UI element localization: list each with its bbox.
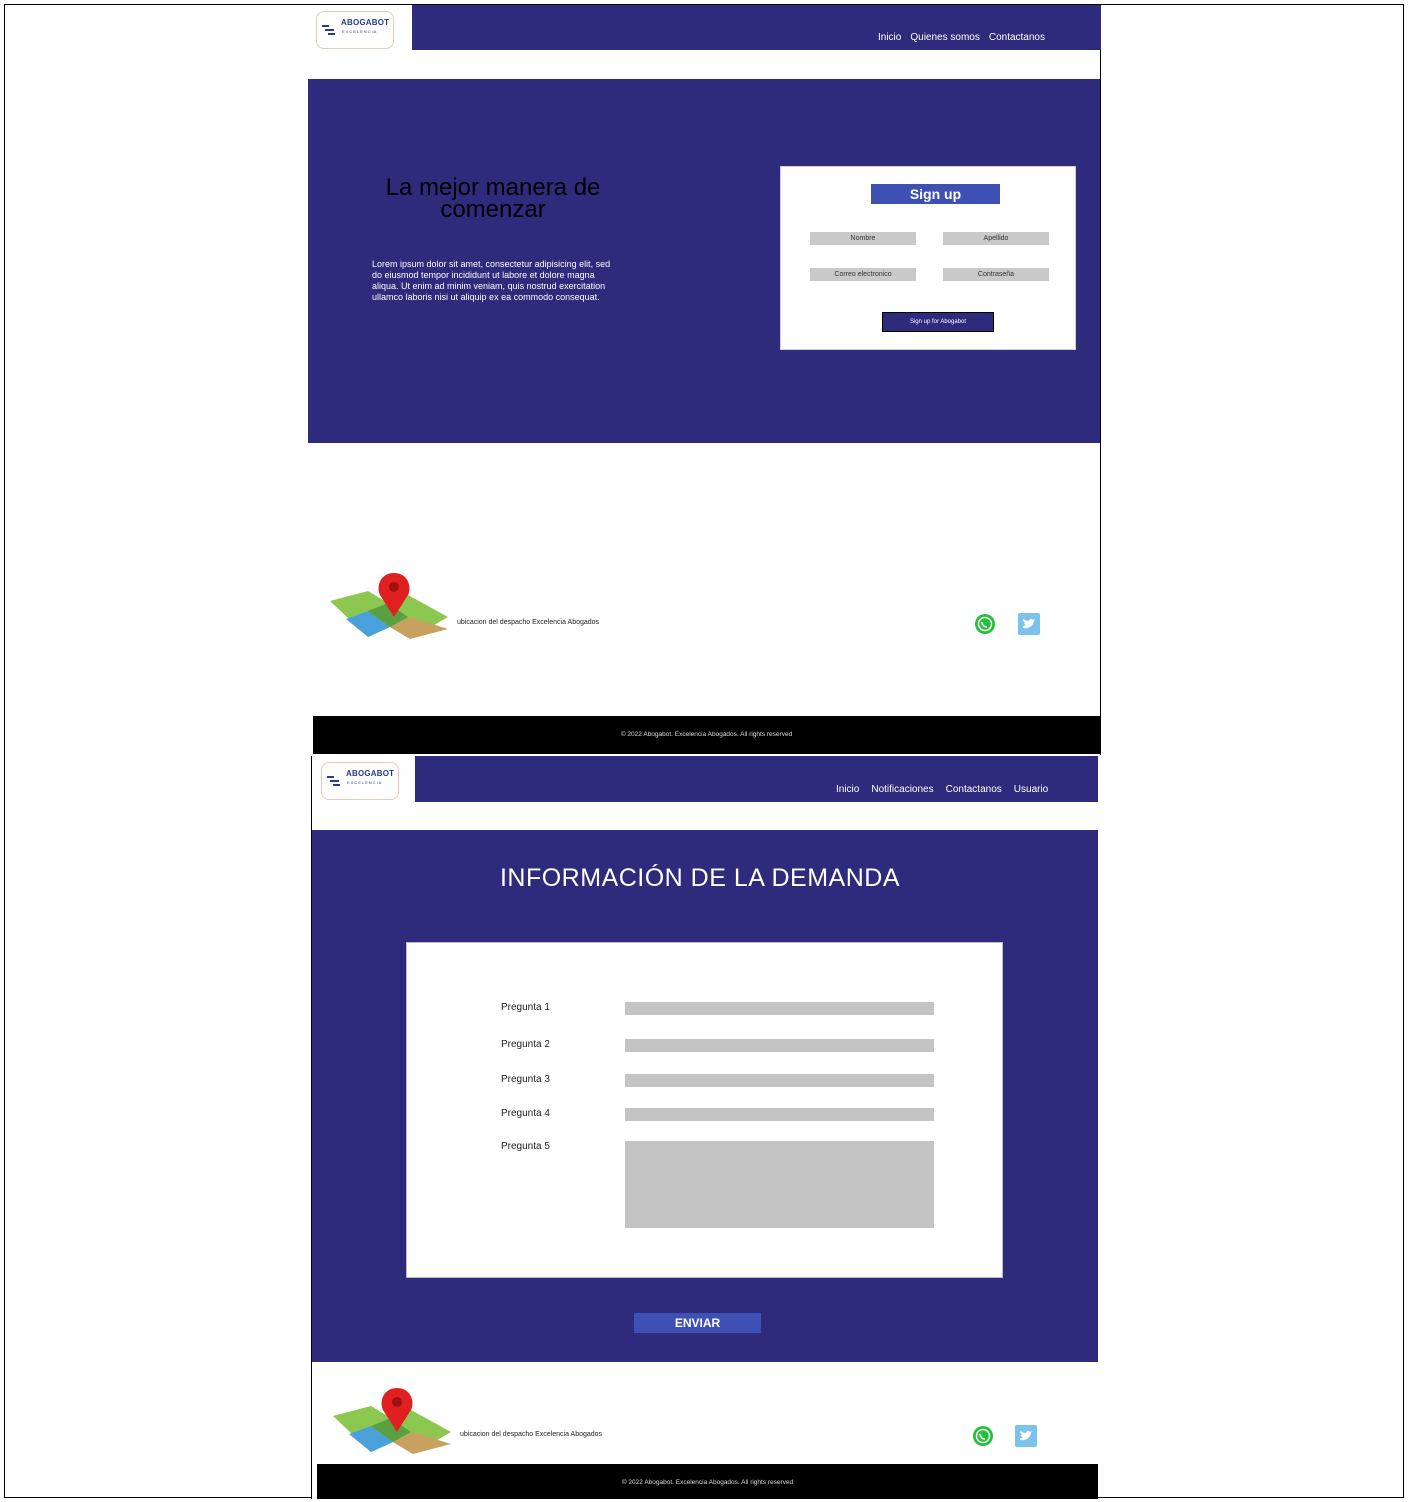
screen-demanda: ABOGABOT EXCELENCIA Inicio Notificacione… [311,756,1098,1499]
nav-quienes-somos[interactable]: Quienes somos [910,32,979,43]
question-4-label: Pregunta 4 [501,1108,550,1119]
screen-landing: ABOGABOT EXCELENCIA Inicio Quienes somos… [308,5,1101,755]
footer-copyright-bar-2: © 2022 Abogabot. Excelencia Abogados. Al… [317,1464,1098,1499]
questions-card: Pregunta 1 Pregunta 2 Pregunta 3 Pregunt… [406,942,1003,1278]
logo-tagline: EXCELENCIA [342,29,378,34]
logo-badge-2: ABOGABOT EXCELENCIA [321,762,399,800]
page-title: INFORMACIÓN DE LA DEMANDA [499,864,901,892]
apellido-field[interactable]: Apellido [943,232,1049,245]
nav-inicio[interactable]: Inicio [878,32,901,43]
question-3-label: Pregunta 3 [501,1074,550,1085]
signup-title: Sign up [871,184,1000,204]
twitter-icon[interactable] [1015,1425,1037,1447]
hero-description: Lorem ipsum dolor sit amet, consectetur … [372,259,611,302]
question-4-input[interactable] [625,1108,934,1121]
correo-field[interactable]: Correo electronico [810,268,916,281]
hero-title: La mejor manera de comenzar [385,174,601,223]
signup-submit-button[interactable]: Sign up for Abogabot [882,312,994,332]
logo-2[interactable]: ABOGABOT EXCELENCIA [313,756,415,808]
logo[interactable]: ABOGABOT EXCELENCIA [308,5,412,57]
question-5-textarea[interactable] [625,1141,934,1228]
nav-menu-2: Inicio Notificaciones Contactanos Usuari… [836,784,1048,795]
logo-name-2: ABOGABOT [346,769,395,778]
whatsapp-icon[interactable] [972,1425,994,1447]
nav-menu: Inicio Quienes somos Contactanos [878,32,1045,43]
footer-copyright-bar: © 2022 Abogabot. Excelencia Abogados. Al… [313,716,1100,754]
top-navbar-2 [415,756,1098,802]
enviar-button[interactable]: ENVIAR [634,1313,761,1333]
logo-tagline-2: EXCELENCIA [347,780,383,785]
map-location-icon [330,573,448,639]
logo-mark-icon [322,25,335,35]
office-location-text: ubicacion del despacho Excelencia Abogad… [457,619,600,626]
hero-section: La mejor manera de comenzar Lorem ipsum … [308,79,1100,443]
question-3-input[interactable] [625,1074,934,1087]
nav-contactanos-2[interactable]: Contactanos [946,784,1002,795]
map-location-icon [333,1388,451,1454]
contrasena-field[interactable]: Contraseña [943,268,1049,281]
signup-card: Sign up Nombre Apellido Correo electroni… [780,166,1076,350]
nav-notificaciones[interactable]: Notificaciones [871,784,933,795]
logo-badge: ABOGABOT EXCELENCIA [316,11,394,49]
question-2-label: Pregunta 2 [501,1039,550,1050]
office-location-text-2: ubicacion del despacho Excelencia Abogad… [460,1431,603,1438]
question-1-input[interactable] [625,1002,934,1015]
nombre-field[interactable]: Nombre [810,232,916,245]
nav-contactanos[interactable]: Contactanos [989,32,1045,43]
demanda-section: INFORMACIÓN DE LA DEMANDA Pregunta 1 Pre… [312,830,1098,1362]
frame-edge-right [1100,5,1101,755]
logo-mark-icon [327,776,340,786]
question-1-label: Pregunta 1 [501,1002,550,1013]
question-2-input[interactable] [625,1039,934,1052]
nav-usuario[interactable]: Usuario [1014,784,1048,795]
top-navbar [412,5,1101,50]
logo-name: ABOGABOT [341,18,390,27]
question-5-label: Pregunta 5 [501,1141,550,1152]
whatsapp-icon[interactable] [974,613,996,635]
twitter-icon[interactable] [1018,613,1040,635]
nav-inicio-2[interactable]: Inicio [836,784,859,795]
